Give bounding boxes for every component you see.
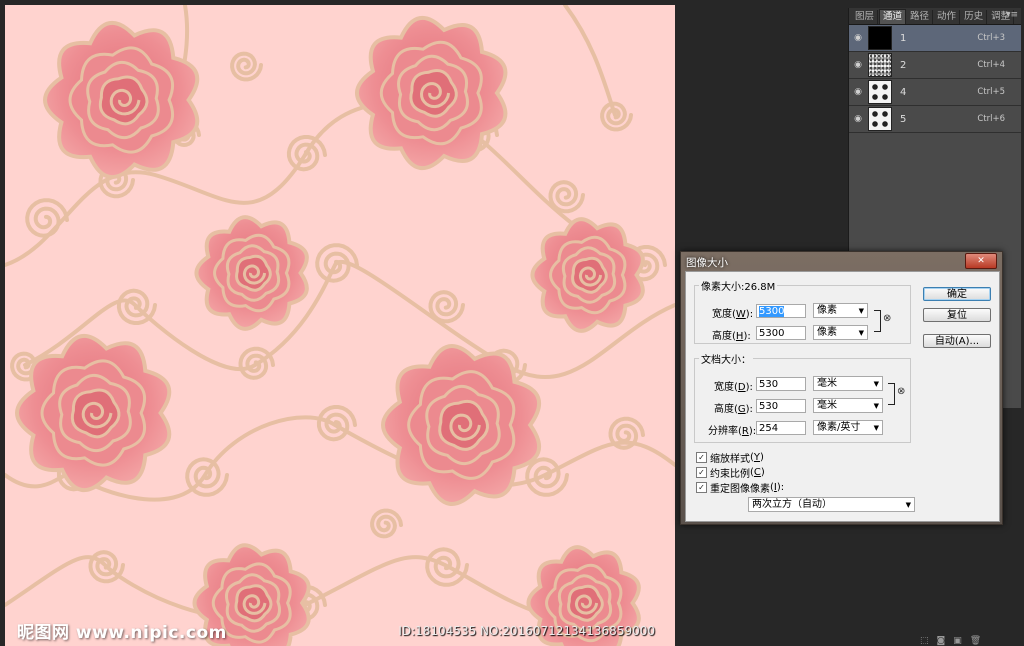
close-button[interactable]: ✕	[965, 253, 997, 269]
vine-spiral	[370, 508, 403, 539]
resolution-input[interactable]: 254	[756, 421, 806, 435]
pixel-width-label: 宽度(W):	[712, 309, 754, 320]
pixel-height-label: 高度(H):	[712, 331, 751, 342]
resolution-unit-select[interactable]: 像素/英寸 ▼	[813, 420, 883, 435]
load-selection-icon[interactable]: ⬚	[920, 636, 929, 646]
rose-motif	[15, 333, 172, 493]
channel-thumbnail	[868, 80, 892, 104]
rose-motif	[194, 215, 309, 331]
close-icon: ✕	[977, 256, 985, 266]
ok-button[interactable]: 确定	[923, 287, 991, 301]
checkmark-icon: ✓	[696, 482, 707, 493]
auto-button[interactable]: 自动(A)...	[923, 334, 991, 348]
eye-icon[interactable]: ◉	[850, 33, 866, 43]
eye-icon[interactable]: ◉	[850, 60, 866, 70]
chevron-down-icon: ▼	[858, 307, 864, 315]
channel-row[interactable]: ◉ 4 Ctrl+5	[849, 79, 1021, 106]
constrain-proportions-checkbox[interactable]: ✓ 约束比例(C)	[696, 465, 765, 480]
channel-row[interactable]: ◉ 2 Ctrl+4	[849, 52, 1021, 79]
pixel-height-unit-select[interactable]: 像素 ▼	[813, 325, 868, 340]
rose-motif	[530, 217, 645, 333]
chevron-down-icon: ▼	[905, 501, 911, 509]
reset-button[interactable]: 复位	[923, 308, 991, 322]
tab-layers[interactable]: 图层	[852, 10, 879, 24]
channel-row[interactable]: ◉ 1 Ctrl+3	[849, 25, 1021, 52]
channel-shortcut: Ctrl+3	[977, 33, 1005, 43]
doc-width-input[interactable]: 530	[756, 377, 806, 391]
channel-thumbnail	[868, 107, 892, 131]
vine-spiral	[230, 51, 263, 82]
chevron-down-icon: ▼	[858, 329, 864, 337]
channel-name: 2	[900, 59, 907, 71]
doc-width-unit-select[interactable]: 毫米 ▼	[813, 376, 883, 391]
document-size-legend: 文档大小：	[701, 355, 751, 366]
channel-thumbnail	[868, 26, 892, 50]
resolution-label: 分辨率(R):	[708, 426, 757, 437]
channel-name: 5	[900, 113, 907, 125]
image-size-dialog: 图像大小 ✕ 像素大小:26.8M 宽度(W): 5300 像素 ▼ 高度(H):…	[680, 251, 1003, 525]
rose-pattern-artwork	[5, 5, 675, 646]
channel-name: 4	[900, 86, 907, 98]
dialog-title: 图像大小	[686, 257, 728, 269]
channel-shortcut: Ctrl+6	[977, 114, 1005, 124]
channel-row[interactable]: ◉ 5 Ctrl+6	[849, 106, 1021, 133]
constrain-bracket	[874, 310, 881, 332]
vine-spiral	[600, 101, 633, 132]
doc-height-unit-select[interactable]: 毫米 ▼	[813, 398, 883, 413]
tab-channels[interactable]: 通道	[879, 9, 907, 24]
tab-actions[interactable]: 动作	[934, 10, 961, 24]
eye-icon[interactable]: ◉	[850, 87, 866, 97]
channel-shortcut: Ctrl+4	[977, 60, 1005, 70]
watermark-text: 昵图网 www.nipic.com	[17, 623, 227, 643]
save-selection-icon[interactable]: ◙	[937, 636, 946, 646]
pixel-height-input[interactable]: 5300	[756, 326, 806, 340]
doc-height-input[interactable]: 530	[756, 399, 806, 413]
doc-height-label: 高度(G):	[714, 404, 753, 415]
panel-tab-bar: 图层 通道 路径 动作 历史 调整 ▾≡	[849, 8, 1021, 25]
resample-method-select[interactable]: 两次立方（自动） ▼	[748, 497, 915, 512]
constrain-bracket	[888, 383, 895, 405]
tab-paths[interactable]: 路径	[907, 10, 934, 24]
tab-history[interactable]: 历史	[961, 10, 988, 24]
pixel-width-unit-select[interactable]: 像素 ▼	[813, 303, 868, 318]
pixel-width-input[interactable]: 5300	[756, 304, 806, 318]
chain-link-icon: ⊗	[897, 386, 906, 397]
checkmark-icon: ✓	[696, 467, 707, 478]
pixel-dimensions-legend: 像素大小:26.8M	[701, 282, 776, 293]
rose-motif	[43, 20, 200, 180]
resample-image-checkbox[interactable]: ✓ 重定图像像素(I):	[696, 480, 784, 495]
panel-bottom-toolbar: ⬚ ◙ ▣ 🗑	[920, 636, 1020, 646]
new-channel-icon[interactable]: ▣	[953, 636, 962, 646]
dialog-body: 像素大小:26.8M 宽度(W): 5300 像素 ▼ 高度(H): 5300 像…	[685, 271, 1000, 522]
eye-icon[interactable]: ◉	[850, 114, 866, 124]
channel-shortcut: Ctrl+5	[977, 87, 1005, 97]
scale-styles-checkbox[interactable]: ✓ 缩放样式(Y)	[696, 450, 764, 465]
image-id-text: ID:18104535 NO:20160712134136859000	[398, 624, 655, 638]
chevron-down-icon: ▼	[873, 402, 879, 410]
channel-thumbnail	[868, 53, 892, 77]
vine-spiral	[25, 198, 69, 238]
channel-name: 1	[900, 32, 907, 44]
chevron-down-icon: ▼	[873, 424, 879, 432]
panel-menu-icon[interactable]: ▾≡	[1006, 10, 1018, 20]
vine-curve	[563, 5, 617, 117]
doc-width-label: 宽度(D):	[714, 382, 753, 393]
chain-link-icon: ⊗	[883, 313, 892, 324]
document-canvas[interactable]: 昵图网 www.nipic.com ID:18104535 NO:2016071…	[5, 5, 675, 646]
chevron-down-icon: ▼	[873, 380, 879, 388]
checkmark-icon: ✓	[696, 452, 707, 463]
trash-icon[interactable]: 🗑	[970, 636, 981, 646]
